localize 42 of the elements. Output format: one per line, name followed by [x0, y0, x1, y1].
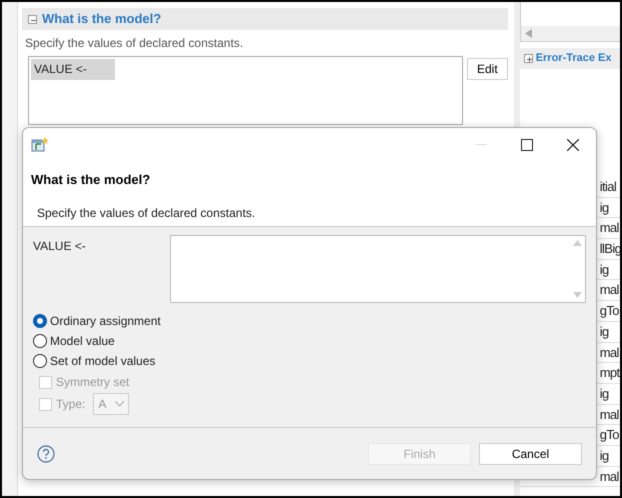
table-cell: mal: [600, 282, 619, 298]
table-cell: mpt: [600, 365, 620, 380]
table-cell: ig: [600, 262, 609, 277]
section-header[interactable]: Error-Trace Ex: [520, 48, 620, 69]
table-cell: ig: [600, 200, 609, 215]
dialog-heading: What is the model?: [31, 171, 152, 189]
section-header[interactable]: What is the model?: [22, 8, 508, 30]
field-label: VALUE <-: [33, 238, 87, 255]
table-cell: itial: [600, 179, 616, 194]
table-cell: mal: [600, 220, 619, 236]
scroll-left-icon[interactable]: [524, 29, 532, 38]
table-cell: ig: [600, 448, 609, 463]
wizard-icon: [31, 136, 49, 152]
edit-button[interactable]: Edit: [467, 58, 508, 80]
radio-option[interactable]: Set of model values: [33, 351, 586, 371]
table-cell: mal: [600, 468, 619, 484]
scroll-up-icon[interactable]: [573, 240, 582, 246]
cancel-button[interactable]: Cancel: [479, 442, 582, 464]
radio-option[interactable]: Ordinary assignment: [33, 311, 586, 331]
table-cell: gTo: [600, 427, 619, 442]
table-cell: mal: [600, 344, 619, 360]
scrollbar[interactable]: [520, 26, 620, 41]
dialog-description: Specify the values of declared constants.: [37, 204, 256, 222]
expand-icon[interactable]: [524, 54, 533, 63]
section-description: Specify the values of declared constants.: [25, 35, 244, 52]
dropdown-value: A: [98, 396, 106, 413]
table-cell: ig: [600, 324, 609, 339]
scroll-down-icon[interactable]: [573, 292, 582, 298]
close-icon[interactable]: [567, 138, 579, 150]
caret-icon: [115, 401, 124, 407]
list-item[interactable]: VALUE <-: [31, 59, 115, 80]
minimize-icon[interactable]: [475, 144, 487, 146]
collapse-icon[interactable]: [28, 14, 37, 24]
table-cell: mal: [600, 406, 619, 422]
value-field[interactable]: [170, 235, 586, 303]
table-cell: gTo: [600, 303, 619, 318]
checkbox-label: Symmetry set: [56, 374, 130, 391]
radio-option[interactable]: Model value: [33, 331, 586, 351]
help-icon[interactable]: [37, 444, 55, 462]
checkbox-label: Type:: [56, 396, 86, 413]
maximize-icon[interactable]: [521, 138, 533, 150]
table-cell: ig: [600, 386, 609, 401]
